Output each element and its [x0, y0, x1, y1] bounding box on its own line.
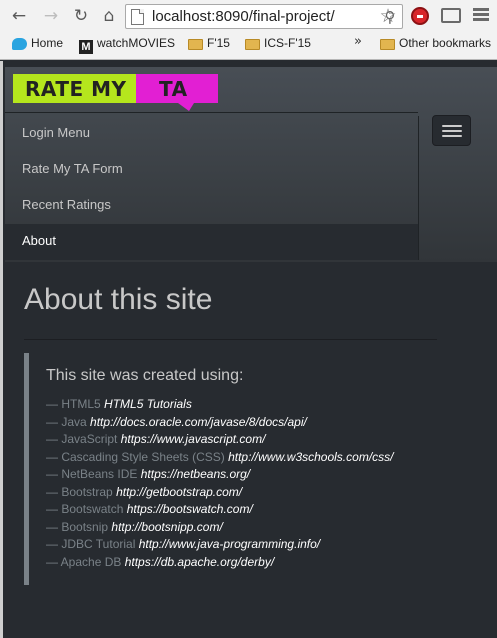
forward-icon[interactable]: → [40, 5, 62, 27]
hamburger-icon-bar [442, 130, 462, 132]
bookmark-ics-f15[interactable]: ICS-F'15 [245, 35, 311, 51]
resource-dash: — [46, 502, 58, 516]
main-content: About this site This site was created us… [24, 283, 444, 585]
resource-dash: — [46, 519, 58, 534]
nav-item-recent-ratings[interactable]: Recent Ratings [5, 188, 418, 224]
resource-dash: — [46, 537, 58, 551]
nav-menu: Login Menu Rate My TA Form Recent Rating… [5, 116, 419, 260]
resource-link[interactable]: http://docs.oracle.com/javase/8/docs/api… [90, 415, 307, 429]
nav-item-rate-my-ta-form[interactable]: Rate My TA Form [5, 152, 418, 188]
home-icon[interactable]: ⌂ [98, 5, 120, 27]
resource-item: — Java http://docs.oracle.com/javase/8/d… [46, 414, 444, 432]
resource-name: Java [61, 414, 87, 429]
resource-name: NetBeans IDE [61, 467, 138, 481]
other-bookmarks-label: Other bookmarks [399, 36, 492, 50]
folder-icon [245, 39, 260, 50]
bookmarks-bar: Home MwatchMOVIES F'15 ICS-F'15 » Other … [0, 33, 497, 54]
resource-dash: — [46, 397, 58, 411]
cast-icon[interactable] [441, 8, 461, 23]
nav-item-about[interactable]: About [5, 224, 418, 260]
resource-item: — NetBeans IDE https://netbeans.org/ [46, 466, 444, 484]
bookmark-star-icon[interactable]: ☆ [377, 5, 399, 27]
url-text[interactable]: localhost:8090/final-project/ [152, 8, 380, 25]
resource-link[interactable]: https://db.apache.org/derby/ [125, 555, 274, 569]
bookmark-label: F'15 [207, 36, 230, 50]
bookmark-label: ICS-F'15 [264, 36, 311, 50]
resource-dash: — [46, 432, 58, 446]
bookmark-label: Home [31, 36, 64, 50]
resource-name: Cascading Style Sheets (CSS) [61, 449, 225, 464]
reload-icon[interactable]: ↻ [70, 5, 92, 27]
resource-name: Bootstrap [61, 484, 113, 499]
page: RATE MY TA Login Menu Rate My TA Form Re… [0, 61, 497, 638]
hamburger-icon [442, 125, 462, 127]
bookmark-watchmovies[interactable]: MwatchMOVIES [79, 35, 176, 54]
bookmark-home[interactable]: Home [12, 35, 63, 51]
brand-text-left: RATE MY [25, 77, 127, 101]
page-title: About this site [24, 283, 213, 316]
resource-list: — HTML5 HTML5 Tutorials — Java http://doc… [46, 396, 444, 571]
resource-dash: — [46, 554, 58, 569]
twitter-icon [12, 38, 27, 50]
bookmark-f15[interactable]: F'15 [188, 35, 230, 51]
browser-toolbar: ← → ↻ ⌂ localhost:8090/final-project/ ⚲ … [0, 0, 497, 33]
address-bar[interactable]: localhost:8090/final-project/ ⚲ [125, 4, 403, 29]
brand-text-right: TA [159, 77, 188, 101]
resource-item: — Cascading Style Sheets (CSS) http://ww… [46, 449, 444, 467]
resource-dash: — [46, 484, 58, 499]
browser-chrome: ← → ↻ ⌂ localhost:8090/final-project/ ⚲ … [0, 0, 497, 60]
resources-blockquote: This site was created using: — HTML5 HTM… [24, 353, 444, 585]
resource-name: JDBC Tutorial [61, 537, 136, 551]
folder-icon [380, 39, 395, 50]
other-bookmarks[interactable]: Other bookmarks [380, 35, 491, 51]
navbar-toggle-button[interactable] [432, 115, 471, 146]
resource-link[interactable]: https://www.javascript.com/ [121, 432, 266, 446]
resource-name: Bootsnip [61, 519, 109, 534]
title-divider [24, 339, 437, 340]
navbar: RATE MY TA Login Menu Rate My TA Form Re… [5, 67, 497, 262]
movies-icon: M [79, 40, 93, 54]
resource-item: — Bootswatch https://bootswatch.com/ [46, 501, 444, 519]
back-icon[interactable]: ← [8, 5, 30, 27]
folder-icon [188, 39, 203, 50]
resource-dash: — [46, 449, 58, 464]
resource-link[interactable]: https://bootswatch.com/ [127, 502, 253, 516]
bookmarks-overflow-icon[interactable]: » [354, 34, 362, 49]
resource-dash: — [46, 414, 58, 429]
resource-link[interactable]: http://bootsnipp.com/ [111, 520, 222, 534]
resource-item: — Apache DB https://db.apache.org/derby/ [46, 554, 444, 572]
resource-item: — JDBC Tutorial http://www.java-programm… [46, 536, 444, 554]
resource-link[interactable]: HTML5 Tutorials [104, 397, 192, 411]
resource-dash: — [46, 467, 58, 481]
brand-logo[interactable]: RATE MY TA [13, 74, 218, 111]
resource-name: Apache DB [60, 554, 122, 569]
resource-item: — HTML5 HTML5 Tutorials [46, 396, 444, 414]
nav-item-login-menu[interactable]: Login Menu [5, 116, 418, 152]
hamburger-icon-bar [442, 135, 462, 137]
page-icon [131, 9, 144, 25]
resource-item: — Bootsnip http://bootsnipp.com/ [46, 519, 444, 537]
resource-link[interactable]: http://www.w3schools.com/css/ [228, 450, 393, 464]
bookmark-label: watchMOVIES [97, 36, 176, 50]
adblock-extension-icon[interactable] [411, 7, 429, 25]
resource-link[interactable]: http://www.java-programming.info/ [139, 537, 320, 551]
resource-link[interactable]: http://getbootstrap.com/ [116, 485, 242, 499]
resource-name: Bootswatch [61, 502, 124, 516]
resource-name: HTML5 [61, 397, 101, 411]
resource-item: — Bootstrap http://getbootstrap.com/ [46, 484, 444, 502]
resource-name: JavaScript [61, 432, 118, 446]
resources-lead: This site was created using: [46, 367, 244, 384]
resource-link[interactable]: https://netbeans.org/ [141, 467, 250, 481]
browser-menu-icon[interactable] [473, 8, 489, 22]
navbar-divider [5, 112, 418, 113]
resource-item: — JavaScript https://www.javascript.com/ [46, 431, 444, 449]
